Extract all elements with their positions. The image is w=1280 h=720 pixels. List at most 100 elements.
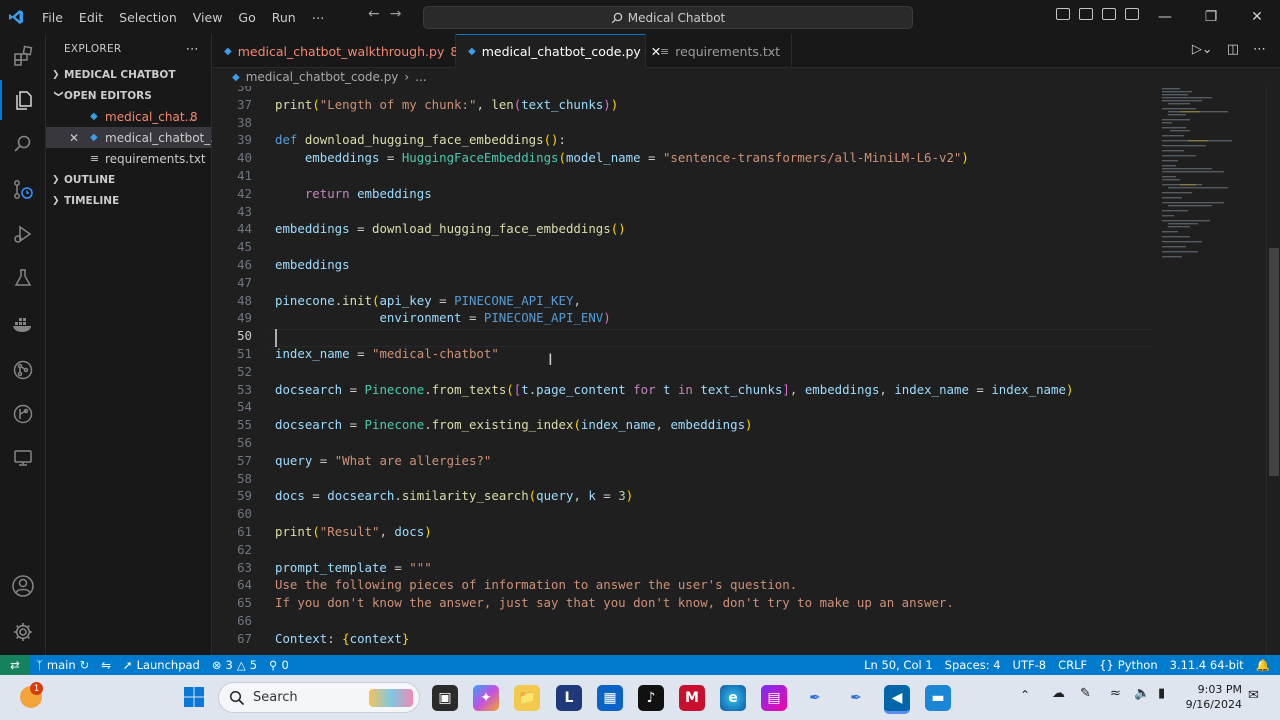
- command-center-search[interactable]: Medical Chatbot: [423, 6, 913, 29]
- code-line[interactable]: 46 embeddings: [212, 256, 1158, 274]
- vertical-scrollbar[interactable]: [1266, 86, 1280, 655]
- code-line[interactable]: 40 embeddings = HuggingFaceEmbeddings(mo…: [212, 149, 1158, 167]
- manage-gear-icon[interactable]: [0, 612, 46, 652]
- problems-status[interactable]: ⊗ 3 △ 5: [206, 658, 263, 672]
- timeline-section[interactable]: ❯ TIMELINE: [46, 190, 211, 211]
- code-line[interactable]: 67 Context: {context}: [212, 630, 1158, 648]
- code-line[interactable]: 42 return embeddings: [212, 185, 1158, 203]
- open-editor-requirements[interactable]: ≡ requirements.txt: [46, 148, 211, 169]
- code-line[interactable]: 38: [212, 114, 1158, 132]
- code-line[interactable]: 53 docsearch = Pinecone.from_texts([t.pag…: [212, 381, 1158, 399]
- run-debug-icon[interactable]: [0, 214, 46, 254]
- minimize-icon[interactable]: —: [1142, 0, 1188, 34]
- code-line[interactable]: 36: [212, 86, 1158, 96]
- source-control-icon[interactable]: [0, 170, 46, 210]
- file-explorer-icon[interactable]: 📁: [514, 685, 540, 711]
- mcafee-icon[interactable]: M: [679, 685, 705, 711]
- code-line[interactable]: 48 pinecone.init(api_key = PINECONE_API_K…: [212, 292, 1158, 310]
- language-mode[interactable]: {} Python: [1093, 658, 1164, 672]
- git-graph-icon[interactable]: [0, 394, 46, 434]
- explorer-files-icon[interactable]: [0, 80, 46, 120]
- onedrive-cloud-icon[interactable]: ☁: [1052, 686, 1065, 701]
- code-line[interactable]: 52: [212, 363, 1158, 381]
- code-line[interactable]: 44 embeddings = download_hugging_face_emb…: [212, 220, 1158, 238]
- toggle-secondary-sidebar-icon[interactable]: [1102, 8, 1116, 20]
- pen-app-icon[interactable]: ✒: [802, 685, 828, 711]
- code-line[interactable]: 63 prompt_template = """: [212, 559, 1158, 577]
- code-line[interactable]: 37 print("Length of my chunk:", len(text_…: [212, 96, 1158, 114]
- menu-file[interactable]: File: [34, 10, 71, 25]
- code-line[interactable]: 39 def download_hugging_face_embeddings()…: [212, 131, 1158, 149]
- notifications-bell-icon[interactable]: 🔔: [1250, 658, 1280, 672]
- restore-icon[interactable]: ❐: [1188, 0, 1234, 34]
- vscode-taskbar-icon[interactable]: ◀: [884, 685, 910, 714]
- code-line[interactable]: 49 environment = PINECONE_API_ENV): [212, 309, 1158, 327]
- code-line[interactable]: 54: [212, 398, 1158, 416]
- project-section[interactable]: ❯ MEDICAL CHATBOT: [46, 64, 211, 85]
- edge-browser-icon[interactable]: e: [720, 685, 746, 711]
- outline-section[interactable]: ❯ OUTLINE: [46, 169, 211, 190]
- code-line[interactable]: 45: [212, 238, 1158, 256]
- code-line[interactable]: 56: [212, 434, 1158, 452]
- account-icon[interactable]: [0, 566, 46, 606]
- open-editors-section[interactable]: ❯ OPEN EDITORS: [46, 85, 211, 106]
- menu-view[interactable]: View: [185, 10, 231, 25]
- code-line[interactable]: 58: [212, 470, 1158, 488]
- back-arrow-icon[interactable]: ←: [368, 6, 380, 22]
- minimap[interactable]: [1158, 86, 1266, 655]
- remote-indicator-icon[interactable]: ⇄: [0, 655, 30, 675]
- cursor-position[interactable]: Ln 50, Col 1: [858, 658, 939, 672]
- search-view-icon[interactable]: [0, 124, 46, 164]
- code-line[interactable]: 57 query = "What are allergies?": [212, 452, 1158, 470]
- run-python-icon[interactable]: ▷⌄: [1192, 42, 1213, 57]
- code-line[interactable]: 66: [212, 612, 1158, 630]
- tab-walkthrough[interactable]: ◆ medical_chatbot_walkthrough.py 8: [212, 34, 458, 68]
- close-editor-icon[interactable]: ✕: [69, 131, 79, 145]
- code-line[interactable]: 65 If you don't know the answer, just say…: [212, 594, 1158, 612]
- window-app-icon[interactable]: ▬: [925, 685, 951, 711]
- encoding-status[interactable]: UTF-8: [1007, 658, 1053, 672]
- show-hidden-icons-icon[interactable]: ⌃: [1020, 688, 1030, 702]
- taskbar-search[interactable]: Search: [218, 682, 420, 713]
- docker-icon[interactable]: [0, 304, 46, 344]
- microsoft-store-icon[interactable]: ▦: [597, 685, 623, 711]
- code-line[interactable]: 50: [212, 327, 1158, 345]
- clipchamp-icon[interactable]: ▤: [761, 685, 787, 711]
- tab-code[interactable]: ◆ medical_chatbot_code.py ✕: [456, 34, 661, 68]
- code-line[interactable]: 64 Use the following pieces of informatio…: [212, 576, 1158, 594]
- battery-icon[interactable]: ▮: [1158, 686, 1165, 701]
- more-actions-icon[interactable]: ⋯: [186, 42, 199, 57]
- system-clock[interactable]: 9:03 PM 9/16/2024: [1180, 682, 1242, 712]
- git-graph-status[interactable]: ⇋: [95, 658, 117, 672]
- forward-arrow-icon[interactable]: →: [390, 6, 402, 22]
- testing-flask-icon[interactable]: [0, 258, 46, 298]
- code-editor[interactable]: I 36 37 print("Length of my chunk:", len(t…: [212, 86, 1158, 655]
- scrollbar-thumb[interactable]: [1269, 248, 1279, 476]
- code-line[interactable]: 43: [212, 203, 1158, 221]
- code-line[interactable]: 61 print("Result", docs): [212, 523, 1158, 541]
- branch-status[interactable]: ᛉ main ↻: [30, 658, 95, 672]
- wifi-icon[interactable]: ≈: [1110, 686, 1121, 701]
- code-line[interactable]: 59 docs = docsearch.similarity_search(que…: [212, 487, 1158, 505]
- copilot-icon[interactable]: ✦: [473, 685, 499, 711]
- menu-more[interactable]: ⋯: [304, 10, 333, 25]
- breadcrumb-file[interactable]: medical_chatbot_code.py: [246, 70, 399, 84]
- split-editor-icon[interactable]: ◫: [1227, 42, 1239, 57]
- windows-start-icon[interactable]: [183, 686, 205, 708]
- volume-icon[interactable]: 🔈: [1134, 686, 1150, 701]
- menu-edit[interactable]: Edit: [71, 10, 111, 25]
- open-editor-walkthrough[interactable]: ◆ medical_chat... 8: [46, 106, 211, 127]
- launchpad-status[interactable]: ➚ Launchpad: [117, 658, 206, 672]
- notification-center-icon[interactable]: ✉: [1248, 688, 1259, 703]
- extensions-view-icon[interactable]: [0, 36, 46, 76]
- customize-layout-icon[interactable]: [1125, 8, 1139, 20]
- toggle-sidebar-icon[interactable]: [1056, 8, 1070, 20]
- indentation-status[interactable]: Spaces: 4: [939, 658, 1007, 672]
- task-view-icon[interactable]: ▣: [432, 685, 458, 711]
- close-window-icon[interactable]: ✕: [1234, 0, 1280, 34]
- menu-go[interactable]: Go: [230, 10, 263, 25]
- pen-app-2-icon[interactable]: ✒: [843, 685, 869, 711]
- code-line[interactable]: 55 docsearch = Pinecone.from_existing_ind…: [212, 416, 1158, 434]
- remote-explorer-icon[interactable]: [0, 438, 46, 478]
- code-line[interactable]: 60: [212, 505, 1158, 523]
